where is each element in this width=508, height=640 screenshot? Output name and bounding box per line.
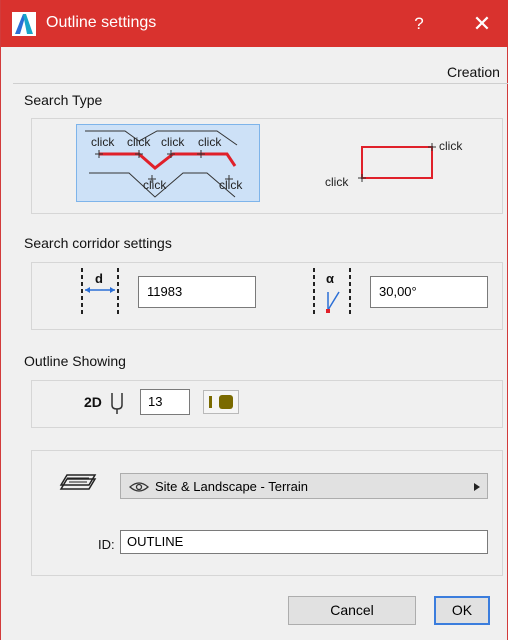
width-symbol: d — [95, 271, 103, 286]
ok-button[interactable]: OK — [434, 596, 490, 625]
click-label: click — [127, 135, 151, 149]
layer-name: Site & Landscape - Terrain — [155, 479, 308, 494]
click-label: click — [219, 178, 243, 192]
eye-icon — [129, 482, 149, 492]
pen-number-input[interactable]: 13 — [140, 389, 190, 415]
pen-line-swatch — [209, 396, 212, 408]
search-type-polyline-option[interactable]: click click click click click click — [76, 124, 260, 202]
corridor-width-icon: d — [81, 268, 119, 314]
pen-color-button[interactable] — [203, 390, 239, 414]
layer-dropdown[interactable]: Site & Landscape - Terrain — [120, 473, 488, 499]
title-bar: Outline settings ? ✕ — [1, 0, 508, 47]
cancel-button[interactable]: Cancel — [288, 596, 416, 625]
window-title: Outline settings — [46, 14, 157, 31]
outline-settings-dialog: Outline settings ? ✕ Creation Search Typ… — [0, 0, 508, 640]
id-label: ID: — [98, 537, 115, 552]
corridor-angle-icon: α — [313, 268, 351, 314]
pen-icon — [111, 393, 123, 414]
view-2d-label: 2D — [84, 394, 102, 410]
tab-creation[interactable]: Creation — [447, 64, 500, 80]
id-input[interactable]: OUTLINE — [120, 530, 488, 554]
click-label: click — [325, 175, 349, 189]
angle-symbol: α — [326, 271, 334, 286]
corridor-title: Search corridor settings — [24, 235, 172, 251]
pen-color-swatch — [219, 395, 233, 409]
rectangle-search-icon: click click — [325, 139, 463, 189]
click-label: click — [91, 135, 115, 149]
corridor-angle-input[interactable]: 30,00° — [370, 276, 488, 308]
search-type-rectangle-option[interactable]: click click — [317, 130, 477, 196]
tab-divider — [13, 83, 508, 84]
help-button[interactable]: ? — [399, 8, 439, 40]
click-label: click — [143, 178, 167, 192]
outline-showing-title: Outline Showing — [24, 353, 126, 369]
click-label: click — [439, 139, 463, 153]
corridor-width-input[interactable]: 11983 — [138, 276, 256, 308]
archicad-icon — [12, 12, 36, 36]
click-label: click — [198, 135, 222, 149]
layers-icon — [59, 474, 97, 490]
click-label: click — [161, 135, 185, 149]
search-type-title: Search Type — [24, 92, 103, 108]
polyline-search-icon: click click click click click click — [85, 130, 243, 198]
layer-id-panel — [31, 450, 503, 576]
dropdown-arrow-icon — [474, 483, 480, 491]
close-button[interactable]: ✕ — [459, 8, 505, 40]
